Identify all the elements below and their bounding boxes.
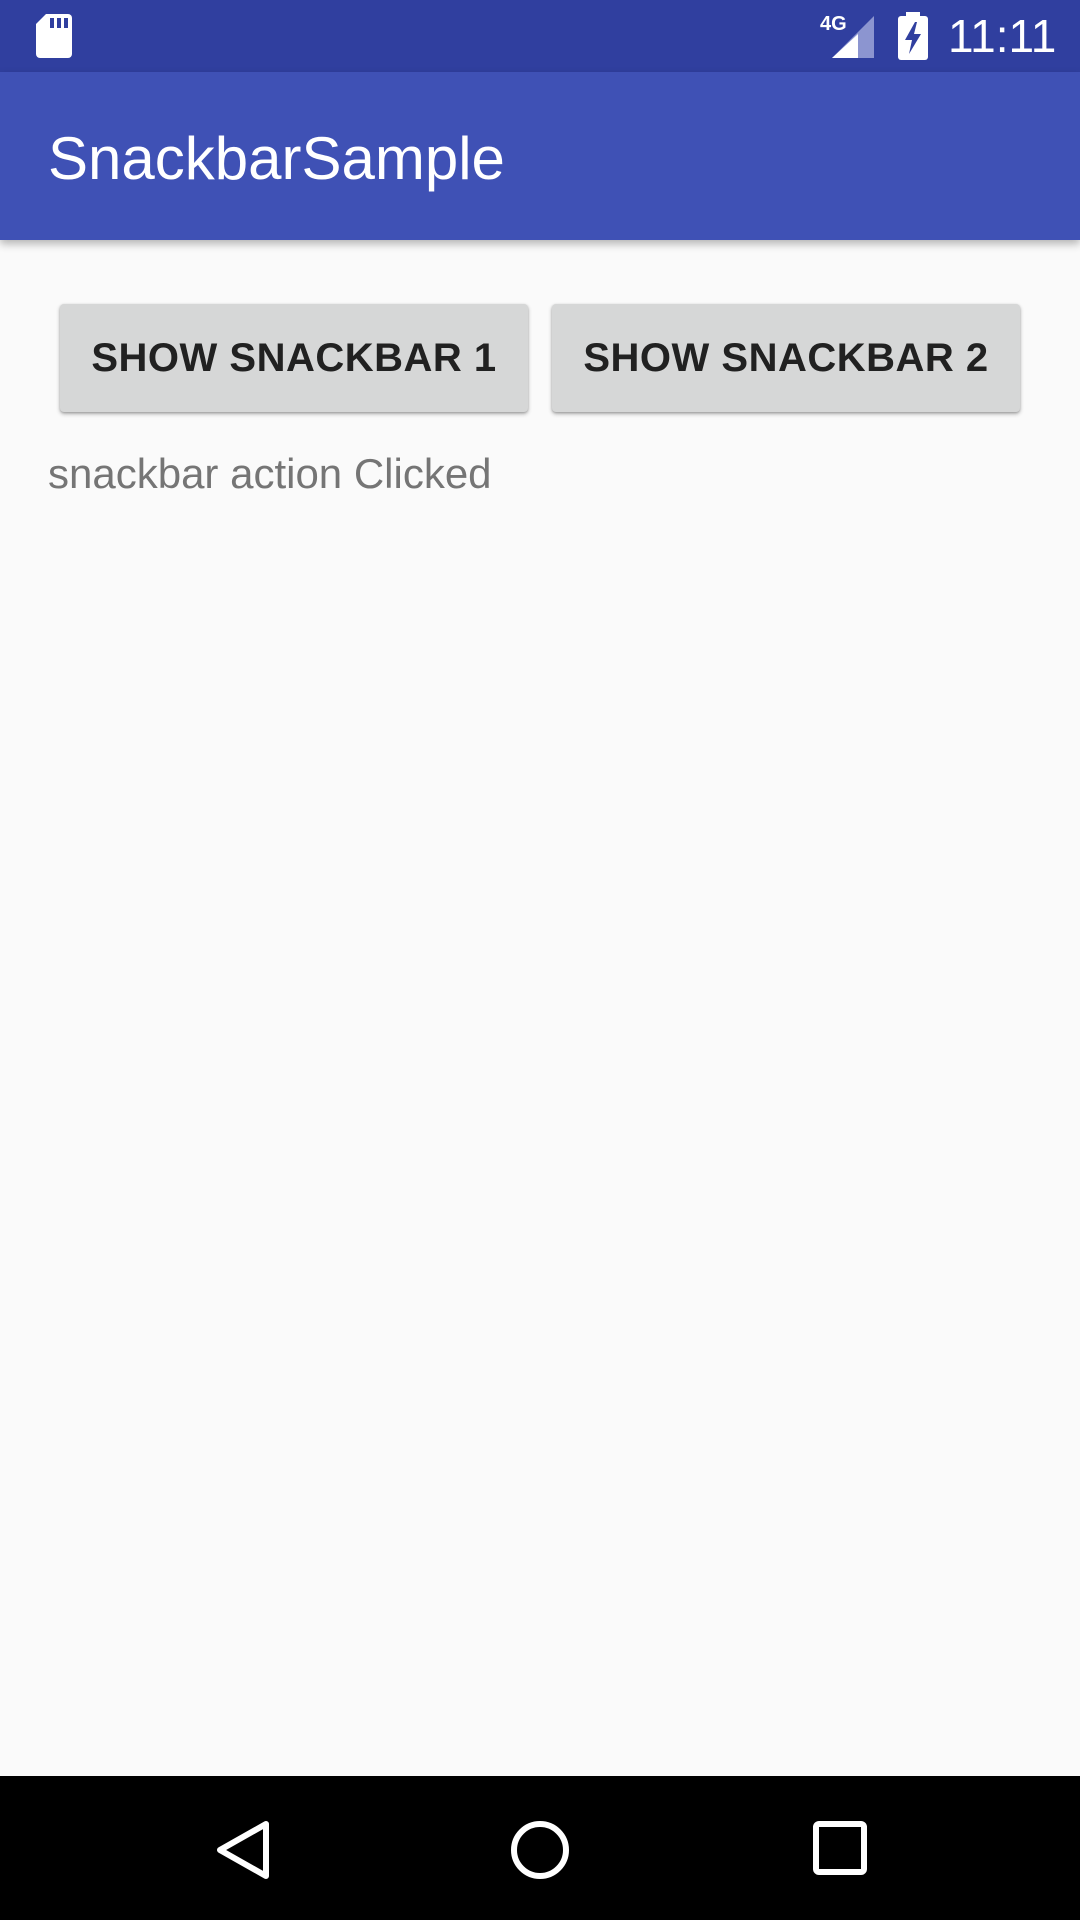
back-icon[interactable] — [212, 1818, 272, 1882]
home-icon[interactable] — [508, 1818, 572, 1882]
app-title: SnackbarSample — [48, 125, 505, 192]
navigation-bar — [0, 1776, 1080, 1920]
sd-card-icon — [36, 14, 72, 58]
screen: 4G 11:11 SnackbarSample SHOW SNACKBAR 1 … — [0, 0, 1080, 1920]
show-snackbar-1-button[interactable]: SHOW SNACKBAR 1 — [60, 304, 528, 412]
recents-icon[interactable] — [812, 1820, 868, 1876]
battery-charging-icon — [898, 12, 928, 60]
status-bar: 4G 11:11 — [0, 0, 1080, 72]
show-snackbar-2-button[interactable]: SHOW SNACKBAR 2 — [552, 304, 1020, 412]
app-bar: SnackbarSample — [0, 72, 1080, 240]
status-text: snackbar action Clicked — [48, 450, 492, 497]
network-label: 4G — [820, 13, 847, 35]
status-bar-clock: 11:11 — [948, 10, 1057, 62]
signal-4g-icon: 4G — [820, 13, 874, 58]
